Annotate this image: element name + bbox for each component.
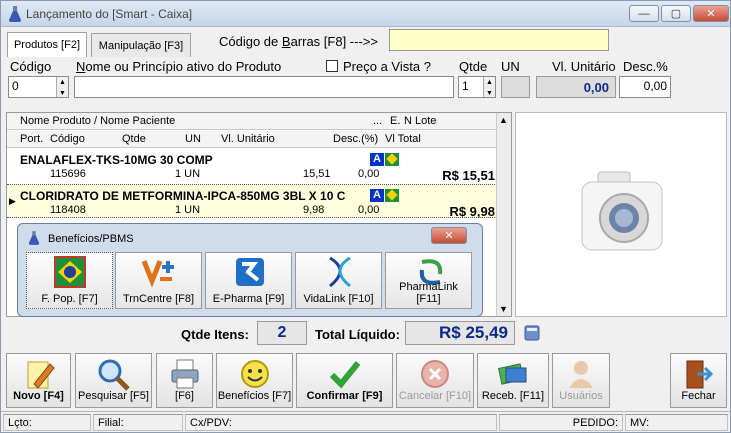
trncentre-logo-icon [142, 260, 174, 287]
un-label: UN [501, 59, 520, 74]
total-liquido-value: R$ 25,49 [405, 321, 515, 345]
nome-produto-field[interactable] [74, 76, 454, 98]
new-document-pencil-icon [27, 361, 55, 389]
status-cxpdv: Cx/PDV: [185, 414, 497, 431]
epharma-logo-icon [236, 258, 264, 286]
exit-door-icon [686, 360, 713, 389]
desc-label: Desc.% [623, 59, 668, 74]
badge-a-icon: A [370, 153, 384, 166]
title-bar: Lançamento do [Smart - Caixa] — ▢ ✕ [1, 1, 730, 27]
printer-icon [171, 359, 198, 389]
preco-vista-label: Preço a Vista ? [343, 59, 431, 74]
beneficios-popup: Benefícios/PBMS ✕ F. Pop. [F7] TrnCentre… [17, 223, 483, 317]
qtde-label: Qtde [459, 59, 488, 74]
close-button[interactable]: ✕ [693, 5, 729, 22]
vl-unitario-field: 0,00 [536, 76, 616, 98]
vidalink-logo-icon [329, 256, 351, 288]
qtde-itens-value: 2 [257, 321, 307, 345]
status-bar: Lçto: Filial: Cx/PDV: PEDIDO: MV: [1, 411, 730, 432]
row-pointer-icon: ▶ [9, 196, 16, 206]
receb-button[interactable]: Receb. [F11] [477, 353, 549, 408]
badge-a-icon: A [370, 189, 384, 202]
camera-icon [581, 171, 663, 251]
desc-field[interactable]: 0,00 [619, 76, 671, 98]
status-mv: MV: [625, 414, 728, 431]
codigo-field[interactable]: 0 ▲ ▼ [8, 76, 69, 98]
brazil-flag-icon [385, 189, 399, 202]
status-filial: Filial: [93, 414, 183, 431]
receive-money-icon [497, 363, 527, 385]
smiley-icon [240, 360, 269, 388]
qtde-itens-label: Qtde Itens: [181, 327, 249, 342]
cancel-icon [421, 360, 449, 388]
usuarios-button[interactable]: Usuários [552, 353, 610, 408]
product-image-panel [515, 112, 727, 317]
vl-unitario-label: Vl. Unitário [552, 59, 616, 74]
popup-flask-icon [28, 231, 40, 245]
total-liquido-label: Total Líquido: [315, 327, 400, 342]
popup-title: Benefícios/PBMS [48, 233, 134, 245]
grid-header-row-2: Port. Código Qtde UN Vl. Unitário Desc.(… [7, 131, 497, 148]
main-window: Lançamento do [Smart - Caixa] — ▢ ✕ Prod… [0, 0, 731, 433]
barcode-input[interactable] [389, 29, 609, 51]
novo-button[interactable]: Novo [F4] [6, 353, 71, 408]
grid-scrollbar[interactable]: ▲ ▼ [496, 113, 511, 316]
un-field [501, 76, 530, 98]
status-lcto: Lçto: [3, 414, 91, 431]
barcode-label: Código de Barras [F8] --->> [219, 34, 378, 49]
pesquisar-button[interactable]: Pesquisar [F5] [75, 353, 152, 408]
nome-label: Nome ou Princípio ativo do Produto [76, 59, 282, 74]
brazil-flag-icon [54, 256, 86, 288]
beneficios-button[interactable]: Benefícios [F7] [216, 353, 293, 408]
scroll-up-icon[interactable]: ▲ [499, 115, 508, 125]
brazil-flag-icon [385, 153, 399, 166]
confirmar-button[interactable]: Confirmar [F9] [296, 353, 393, 408]
app-flask-icon [9, 6, 21, 22]
epharma-button[interactable]: E-Pharma [F9] [205, 252, 292, 309]
codigo-stepper[interactable]: ▲ ▼ [56, 77, 68, 97]
preco-vista-checkbox[interactable] [326, 60, 338, 72]
calculator-icon[interactable] [523, 324, 541, 342]
trncentre-button[interactable]: TrnCentre [F8] [115, 252, 202, 309]
vidalink-button[interactable]: VidaLink [F10] [295, 252, 382, 309]
cancelar-button[interactable]: Cancelar [F10] [396, 353, 474, 408]
status-pedido: PEDIDO: [499, 414, 623, 431]
tab-produtos[interactable]: Produtos [F2] [7, 32, 87, 57]
window-title: Lançamento do [Smart - Caixa] [26, 7, 193, 21]
table-row[interactable]: ▶ CLORIDRATO DE METFORMINA-IPCA-850MG 3B… [7, 184, 497, 219]
popup-close-button[interactable]: ✕ [431, 227, 467, 244]
grid-header-row-1: Nome Produto / Nome Paciente ... E. N Lo… [7, 113, 497, 130]
minimize-button[interactable]: — [629, 5, 659, 22]
scroll-down-icon[interactable]: ▼ [499, 304, 508, 314]
qtde-field[interactable]: 1 ▲ ▼ [458, 76, 496, 98]
checkmark-icon [329, 361, 360, 389]
maximize-button[interactable]: ▢ [661, 5, 691, 22]
tab-manipulacao[interactable]: Manipulação [F3] [91, 33, 191, 57]
qtde-stepper[interactable]: ▲ ▼ [483, 77, 495, 97]
table-row[interactable]: ENALAFLEX-TKS-10MG 30 COMP A 115696 1 UN… [7, 149, 497, 183]
pharmalink-button[interactable]: PharmaLink [F11] [385, 252, 472, 309]
user-icon [569, 361, 593, 388]
codigo-label: Código [10, 59, 52, 74]
search-magnifier-icon [98, 359, 130, 391]
fpop-button[interactable]: F. Pop. [F7] [26, 252, 113, 309]
fechar-button[interactable]: Fechar [670, 353, 727, 408]
f6-button[interactable]: [F6] [156, 353, 213, 408]
